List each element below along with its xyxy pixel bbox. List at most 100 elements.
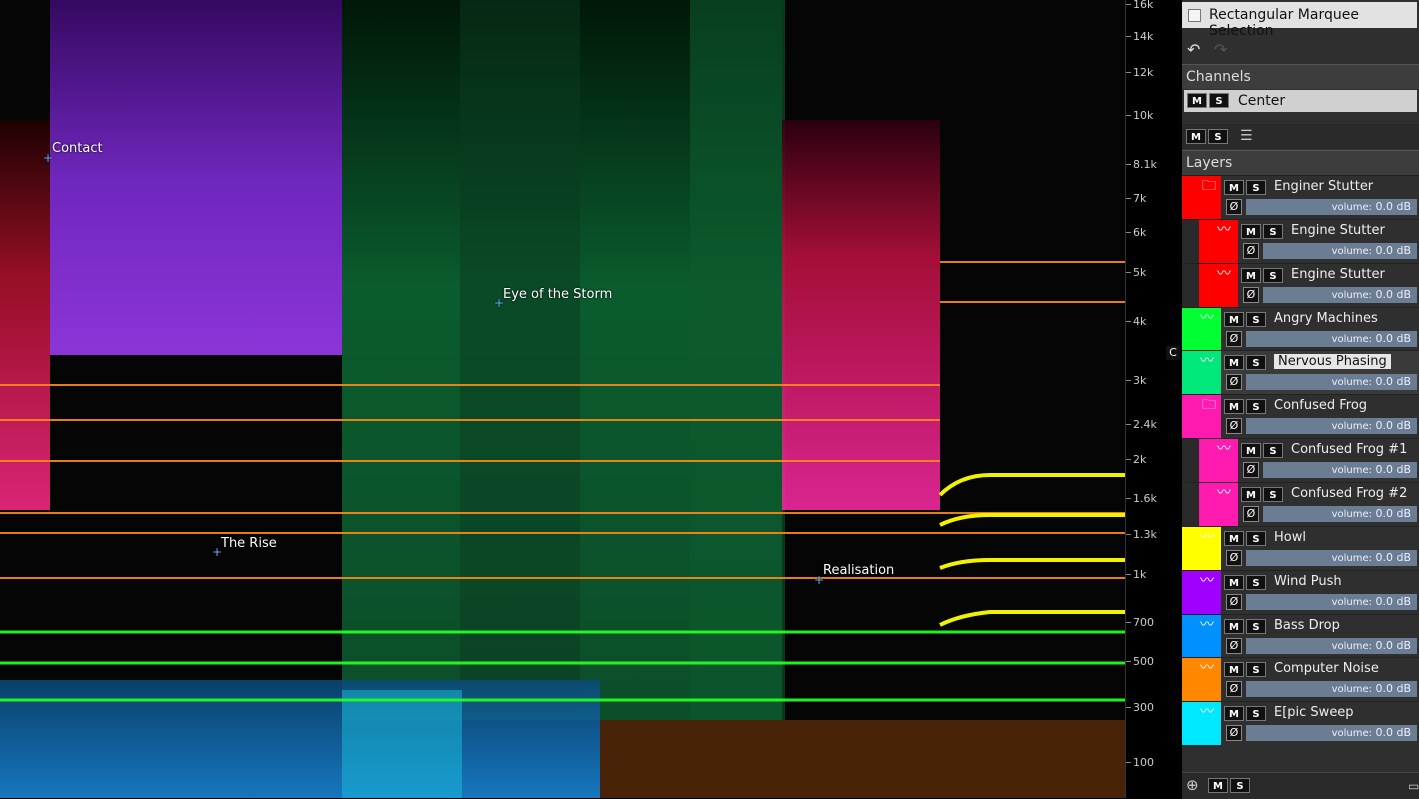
marquee-checkbox[interactable]: [1188, 9, 1201, 22]
solo-button[interactable]: S: [1246, 355, 1266, 371]
mute-button[interactable]: M: [1224, 706, 1244, 722]
layer-row[interactable]: 〰 M S Wind Push Øvolume: 0.0 dB: [1182, 569, 1419, 615]
mute-button[interactable]: M: [1187, 93, 1207, 108]
layer-row[interactable]: 〰 M S Confused Frog #1 Øvolume: 0.0 dB: [1182, 438, 1419, 484]
phase-invert-button[interactable]: Ø: [1226, 199, 1242, 215]
volume-slider[interactable]: volume: 0.0 dB: [1246, 199, 1417, 215]
layer-name[interactable]: Confused Frog: [1274, 398, 1367, 413]
solo-button[interactable]: S: [1209, 93, 1229, 108]
list-icon[interactable]: ☰: [1240, 128, 1253, 144]
mute-button[interactable]: M: [1224, 574, 1244, 590]
solo-all-button[interactable]: S: [1208, 129, 1228, 144]
channel-row-center[interactable]: M S Center: [1184, 90, 1417, 112]
volume-slider[interactable]: volume: 0.0 dB: [1246, 725, 1417, 742]
layer-row[interactable]: 〰 M S Computer Noise Øvolume: 0.0 dB: [1182, 657, 1419, 703]
volume-slider[interactable]: volume: 0.0 dB: [1246, 330, 1417, 347]
volume-slider[interactable]: volume: 0.0 dB: [1263, 462, 1417, 479]
phase-invert-button[interactable]: Ø: [1226, 725, 1242, 742]
marker-realisation[interactable]: + Realisation: [814, 563, 894, 586]
layer-name[interactable]: Confused Frog #1: [1291, 442, 1407, 457]
volume-slider[interactable]: volume: 0.0 dB: [1263, 505, 1417, 522]
layer-row[interactable]: 〰 M S Angry Machines Øvolume: 0.0 dB: [1182, 306, 1419, 352]
mute-all-button[interactable]: M: [1186, 129, 1206, 144]
solo-button[interactable]: S: [1246, 311, 1266, 327]
mute-button[interactable]: M: [1224, 399, 1244, 415]
marker-the-rise[interactable]: + The Rise: [212, 536, 277, 558]
layer-name[interactable]: Wind Push: [1274, 574, 1342, 589]
solo-button[interactable]: S: [1230, 778, 1250, 793]
phase-invert-button[interactable]: Ø: [1226, 637, 1242, 654]
layer-color-swatch[interactable]: 🗀: [1182, 176, 1221, 219]
layer-name[interactable]: Howl: [1274, 530, 1306, 545]
layer-color-swatch[interactable]: 〰: [1199, 482, 1238, 526]
solo-button[interactable]: S: [1246, 706, 1266, 722]
frequency-axis[interactable]: 16k 14k 12k 10k 8.1k 7k 6k 5k 4k 3k 2.4k…: [1125, 0, 1162, 798]
mute-button[interactable]: M: [1224, 662, 1244, 678]
solo-button[interactable]: S: [1246, 530, 1266, 546]
phase-invert-button[interactable]: Ø: [1226, 593, 1242, 610]
layer-name[interactable]: E[pic Sweep: [1274, 705, 1354, 720]
spectrogram-canvas[interactable]: + Contact + Eye of the Storm + The Rise …: [0, 0, 1125, 798]
solo-button[interactable]: S: [1246, 662, 1266, 678]
phase-invert-button[interactable]: Ø: [1226, 418, 1242, 435]
layer-row[interactable]: 〰 M S Howl Øvolume: 0.0 dB: [1182, 525, 1419, 571]
phase-invert-button[interactable]: Ø: [1243, 462, 1259, 479]
solo-button[interactable]: S: [1246, 399, 1266, 415]
volume-slider[interactable]: volume: 0.0 dB: [1246, 593, 1417, 610]
mute-button[interactable]: M: [1241, 267, 1261, 283]
target-icon[interactable]: ⊕: [1186, 776, 1199, 794]
layer-row[interactable]: 〰 M S Engine Stutter Øvolume: 0.0 dB: [1182, 262, 1419, 308]
phase-invert-button[interactable]: Ø: [1243, 242, 1259, 259]
volume-slider[interactable]: volume: 0.0 dB: [1263, 286, 1417, 303]
layer-color-swatch[interactable]: 〰: [1182, 570, 1221, 614]
solo-button[interactable]: S: [1263, 486, 1283, 502]
phase-invert-button[interactable]: Ø: [1243, 286, 1259, 303]
mute-button[interactable]: M: [1241, 223, 1261, 239]
layer-row[interactable]: 🗀 M S Enginer Stutter Øvolume: 0.0 dB: [1182, 175, 1419, 220]
layer-color-swatch[interactable]: 〰: [1182, 614, 1221, 658]
volume-slider[interactable]: volume: 0.0 dB: [1246, 637, 1417, 654]
mute-button[interactable]: M: [1224, 311, 1244, 327]
layer-color-swatch[interactable]: 〰: [1182, 307, 1221, 351]
redo-icon[interactable]: ↷: [1214, 40, 1227, 59]
marquee-selection-toggle[interactable]: Rectangular Marquee Selection: [1182, 2, 1417, 39]
phase-invert-button[interactable]: Ø: [1226, 681, 1242, 698]
layer-name[interactable]: Bass Drop: [1274, 618, 1340, 633]
layer-row[interactable]: 〰 M S Engine Stutter Øvolume: 0.0 dB: [1182, 218, 1419, 264]
layer-color-swatch[interactable]: 〰: [1182, 658, 1221, 702]
mute-button[interactable]: M: [1208, 778, 1228, 793]
volume-slider[interactable]: volume: 0.0 dB: [1246, 681, 1417, 698]
mute-button[interactable]: M: [1241, 486, 1261, 502]
layer-name[interactable]: Nervous Phasing: [1274, 354, 1391, 370]
layer-name[interactable]: Computer Noise: [1274, 661, 1379, 676]
layer-name[interactable]: Angry Machines: [1274, 311, 1378, 326]
layer-name[interactable]: Enginer Stutter: [1274, 179, 1373, 194]
volume-slider[interactable]: volume: 0.0 dB: [1246, 549, 1417, 566]
mute-button[interactable]: M: [1224, 618, 1244, 634]
layer-name[interactable]: Engine Stutter: [1291, 267, 1385, 282]
layer-color-swatch[interactable]: 〰: [1182, 702, 1221, 746]
layer-color-swatch[interactable]: 🗀: [1182, 395, 1221, 439]
layer-name[interactable]: Engine Stutter: [1291, 223, 1385, 238]
solo-button[interactable]: S: [1263, 443, 1283, 459]
volume-slider[interactable]: volume: 0.0 dB: [1246, 374, 1417, 391]
phase-invert-button[interactable]: Ø: [1226, 549, 1242, 566]
layer-row[interactable]: 〰 M S Confused Frog #2 Øvolume: 0.0 dB: [1182, 481, 1419, 527]
layer-row[interactable]: 🗀 M S Confused Frog Øvolume: 0.0 dB: [1182, 394, 1419, 440]
layer-color-swatch[interactable]: 〰: [1199, 263, 1238, 307]
mute-button[interactable]: M: [1224, 180, 1244, 195]
marker-contact[interactable]: + Contact: [43, 141, 103, 164]
phase-invert-button[interactable]: Ø: [1243, 505, 1259, 522]
layer-row[interactable]: 〰 M S E[pic Sweep Øvolume: 0.0 dB: [1182, 701, 1419, 747]
layer-color-swatch[interactable]: 〰: [1199, 439, 1238, 483]
phase-invert-button[interactable]: Ø: [1226, 330, 1242, 347]
new-folder-icon[interactable]: ▭: [1408, 779, 1419, 793]
layer-color-swatch[interactable]: 〰: [1199, 219, 1238, 263]
solo-button[interactable]: S: [1246, 180, 1266, 195]
solo-button[interactable]: S: [1263, 223, 1283, 239]
solo-button[interactable]: S: [1263, 267, 1283, 283]
solo-button[interactable]: S: [1246, 618, 1266, 634]
undo-icon[interactable]: ↶: [1187, 40, 1200, 59]
layer-row[interactable]: 〰 M S Nervous Phasing Øvolume: 0.0 dB: [1182, 350, 1419, 396]
solo-button[interactable]: S: [1246, 574, 1266, 590]
